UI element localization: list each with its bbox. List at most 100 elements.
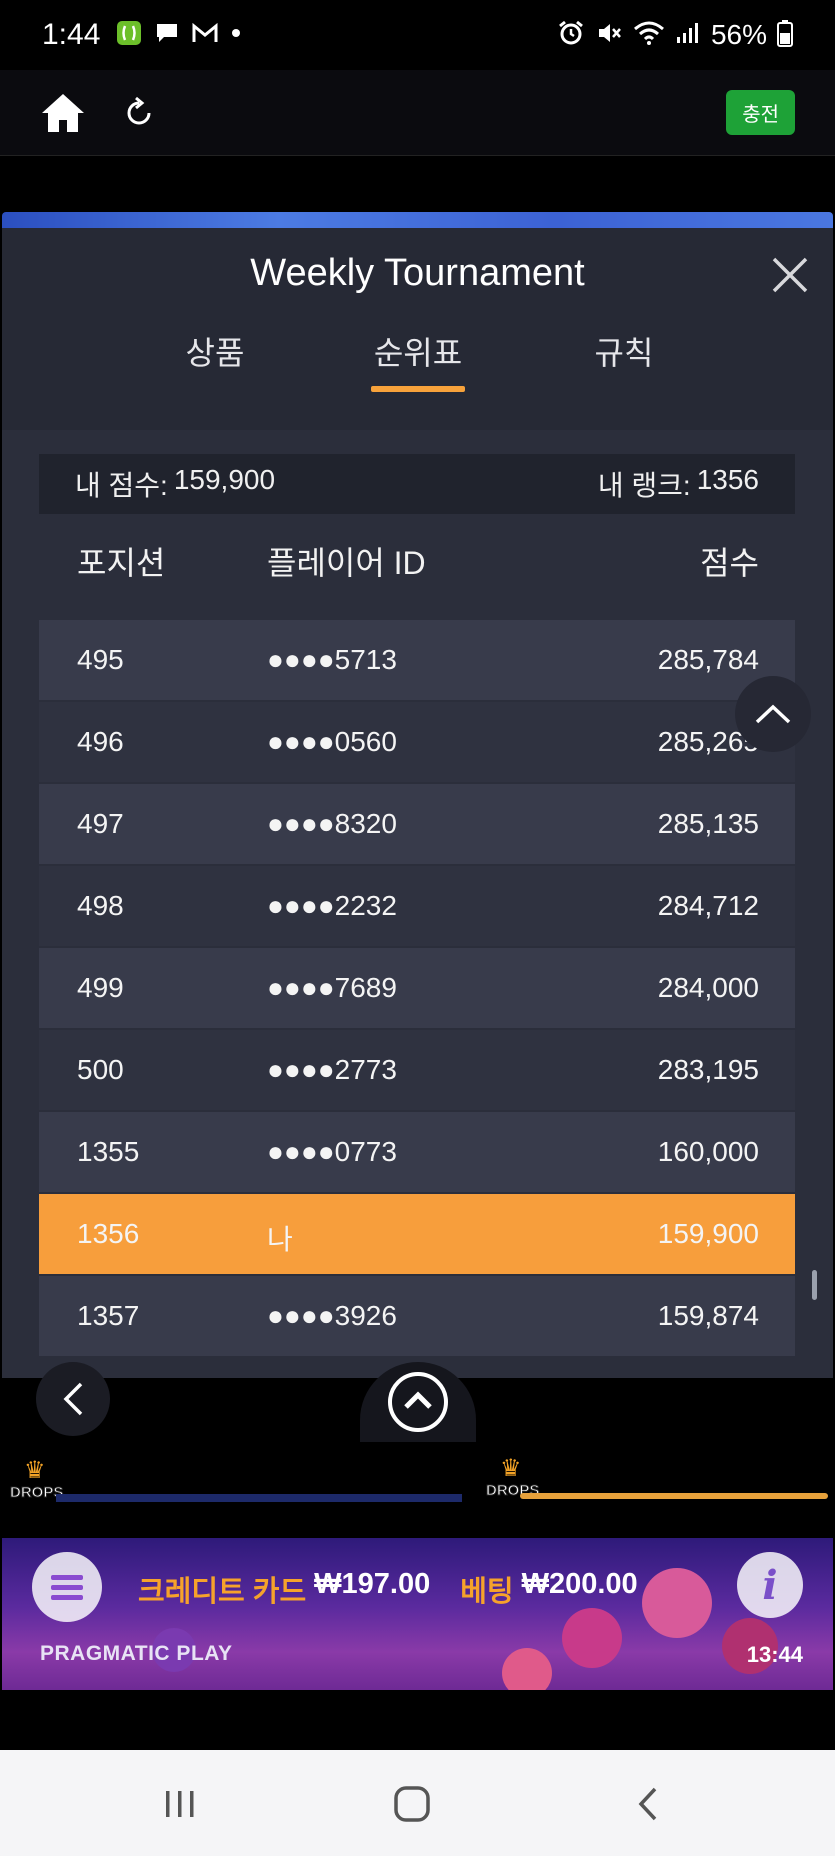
notification-icons [116,20,242,51]
drops-badge: ♛ DROPS [9,1456,76,1512]
candy-decoration [642,1568,712,1638]
info-button[interactable]: i [737,1552,803,1618]
leaderboard-row-current-player: 1356 나 159,900 [39,1194,795,1274]
column-header-score: 점수 [700,545,759,581]
row-player-id: ●●●●7689 [267,972,397,1003]
my-rank: 내 랭크: 1356 [598,464,759,504]
back-button[interactable] [36,1362,110,1436]
refresh-icon [127,96,151,124]
leaderboard-row: 496 ●●●●0560 285,265 [39,702,795,782]
row-player-id: ●●●●5713 [267,644,397,675]
my-summary-bar: 내 점수: 159,900 내 랭크: 1356 [39,454,795,514]
leaderboard-row: 495 ●●●●5713 285,784 [39,620,795,700]
row-score: 284,712 [657,890,759,921]
navigation-bar [0,1750,835,1856]
home-button[interactable] [40,90,86,136]
row-position: 1355 [77,1136,140,1167]
row-position: 498 [77,890,124,921]
signal-icon [675,21,701,50]
modal-title: Weekly Tournament [250,252,585,294]
scroll-to-top-button[interactable] [735,676,811,752]
my-rank-label: 내 랭크: [597,470,691,501]
app-toolbar: 충전 [0,70,835,156]
scrollbar[interactable] [812,1270,817,1300]
row-score: 283,195 [657,1054,759,1085]
tournament-modal: Weekly Tournament 상품 순위표 규칙 내 점수: 159,90… [2,228,833,1378]
row-position: 497 [77,808,124,839]
info-icon: i [762,1561,778,1609]
leaderboard-header: 포지션 플레이어 ID 점수 [39,528,795,590]
chevron-up-icon [755,704,791,724]
tab-rules[interactable]: 규칙 [554,328,694,374]
row-position: 495 [77,644,124,675]
my-score-value: 159,900 [173,464,276,495]
row-position: 1356 [77,1218,140,1249]
home-nav-button[interactable] [382,1780,442,1828]
leaderboard-row: 497 ●●●●8320 285,135 [39,784,795,864]
row-player-id: ●●●●0560 [267,726,397,757]
drops-badge: ♛ DROPS [485,1454,552,1510]
row-position: 500 [77,1054,124,1085]
game-bottom-bar: 크레디트 카드 ₩197.00 베팅 ₩200.00 i PRAGMATIC P… [2,1538,833,1690]
my-rank-value: 1356 [696,464,759,495]
row-player-id: ●●●●2232 [267,890,397,921]
tab-label: 순위표 [373,335,463,371]
bet-value: ₩200.00 [521,1568,638,1600]
progress-fill [520,1493,828,1499]
row-score: 285,135 [657,808,759,839]
wifi-icon [633,20,665,51]
menu-button[interactable] [32,1552,102,1622]
leaderboard-list[interactable]: 495 ●●●●5713 285,784 496 ●●●●0560 285,26… [39,620,795,1358]
row-player-id: ●●●●0773 [267,1136,397,1167]
app-notification-icon [116,20,142,51]
leaderboard-row: 499 ●●●●7689 284,000 [39,948,795,1028]
credit-value: ₩197.00 [314,1568,431,1600]
row-score: 159,900 [657,1218,759,1249]
crown-icon: ♛ [500,1455,522,1482]
status-bar: 1:44 56% [0,0,835,70]
chevron-left-icon [63,1382,83,1416]
active-tab-indicator [371,386,465,392]
row-player-id: 나 [267,1224,293,1255]
candy-decoration [562,1608,622,1668]
gmail-icon [192,22,218,49]
game-area: Weekly Tournament 상품 순위표 규칙 내 점수: 159,90… [0,156,835,1690]
refresh-button[interactable] [116,90,162,136]
tab-leaderboard[interactable]: 순위표 [348,328,488,392]
modal-header: Weekly Tournament 상품 순위표 규칙 [2,228,833,430]
recent-apps-icon [166,1791,194,1817]
close-button[interactable] [765,250,815,300]
tab-label: 규칙 [594,335,654,371]
recent-apps-button[interactable] [150,1780,210,1828]
credit-label: 크레디트 카드 [138,1576,307,1608]
tab-label: 상품 [185,335,245,371]
system-icons: 56% [557,19,793,52]
my-score-label: 내 점수: [75,470,168,501]
my-score: 내 점수: 159,900 [75,464,275,504]
home-icon [42,93,84,132]
row-position: 499 [77,972,124,1003]
leaderboard-row: 498 ●●●●2232 284,712 [39,866,795,946]
crown-icon: ♛ [24,1457,46,1484]
bet-label: 베팅 [460,1576,514,1608]
leaderboard-row: 1355 ●●●●0773 160,000 [39,1112,795,1192]
row-score: 285,784 [657,644,759,675]
tab-prizes[interactable]: 상품 [145,328,285,374]
back-nav-button[interactable] [618,1780,678,1828]
game-clock: 13:44 [746,1642,803,1667]
hamburger-icon [51,1575,83,1600]
provider-label: PRAGMATIC PLAY [40,1642,233,1665]
message-icon [154,21,180,50]
leaderboard-row: 1357 ●●●●3926 159,874 [39,1276,795,1356]
charge-button[interactable]: 충전 [726,90,795,135]
status-time: 1:44 [42,18,101,51]
row-player-id: ●●●●3926 [267,1300,397,1331]
home-nav-icon [394,1786,430,1822]
row-position: 1357 [77,1300,140,1331]
row-score: 160,000 [657,1136,759,1167]
column-header-player-id: 플레이어 ID [267,545,426,581]
row-position: 496 [77,726,124,757]
close-icon [772,257,808,293]
row-score: 284,000 [657,972,759,1003]
battery-percent: 56% [710,19,767,50]
